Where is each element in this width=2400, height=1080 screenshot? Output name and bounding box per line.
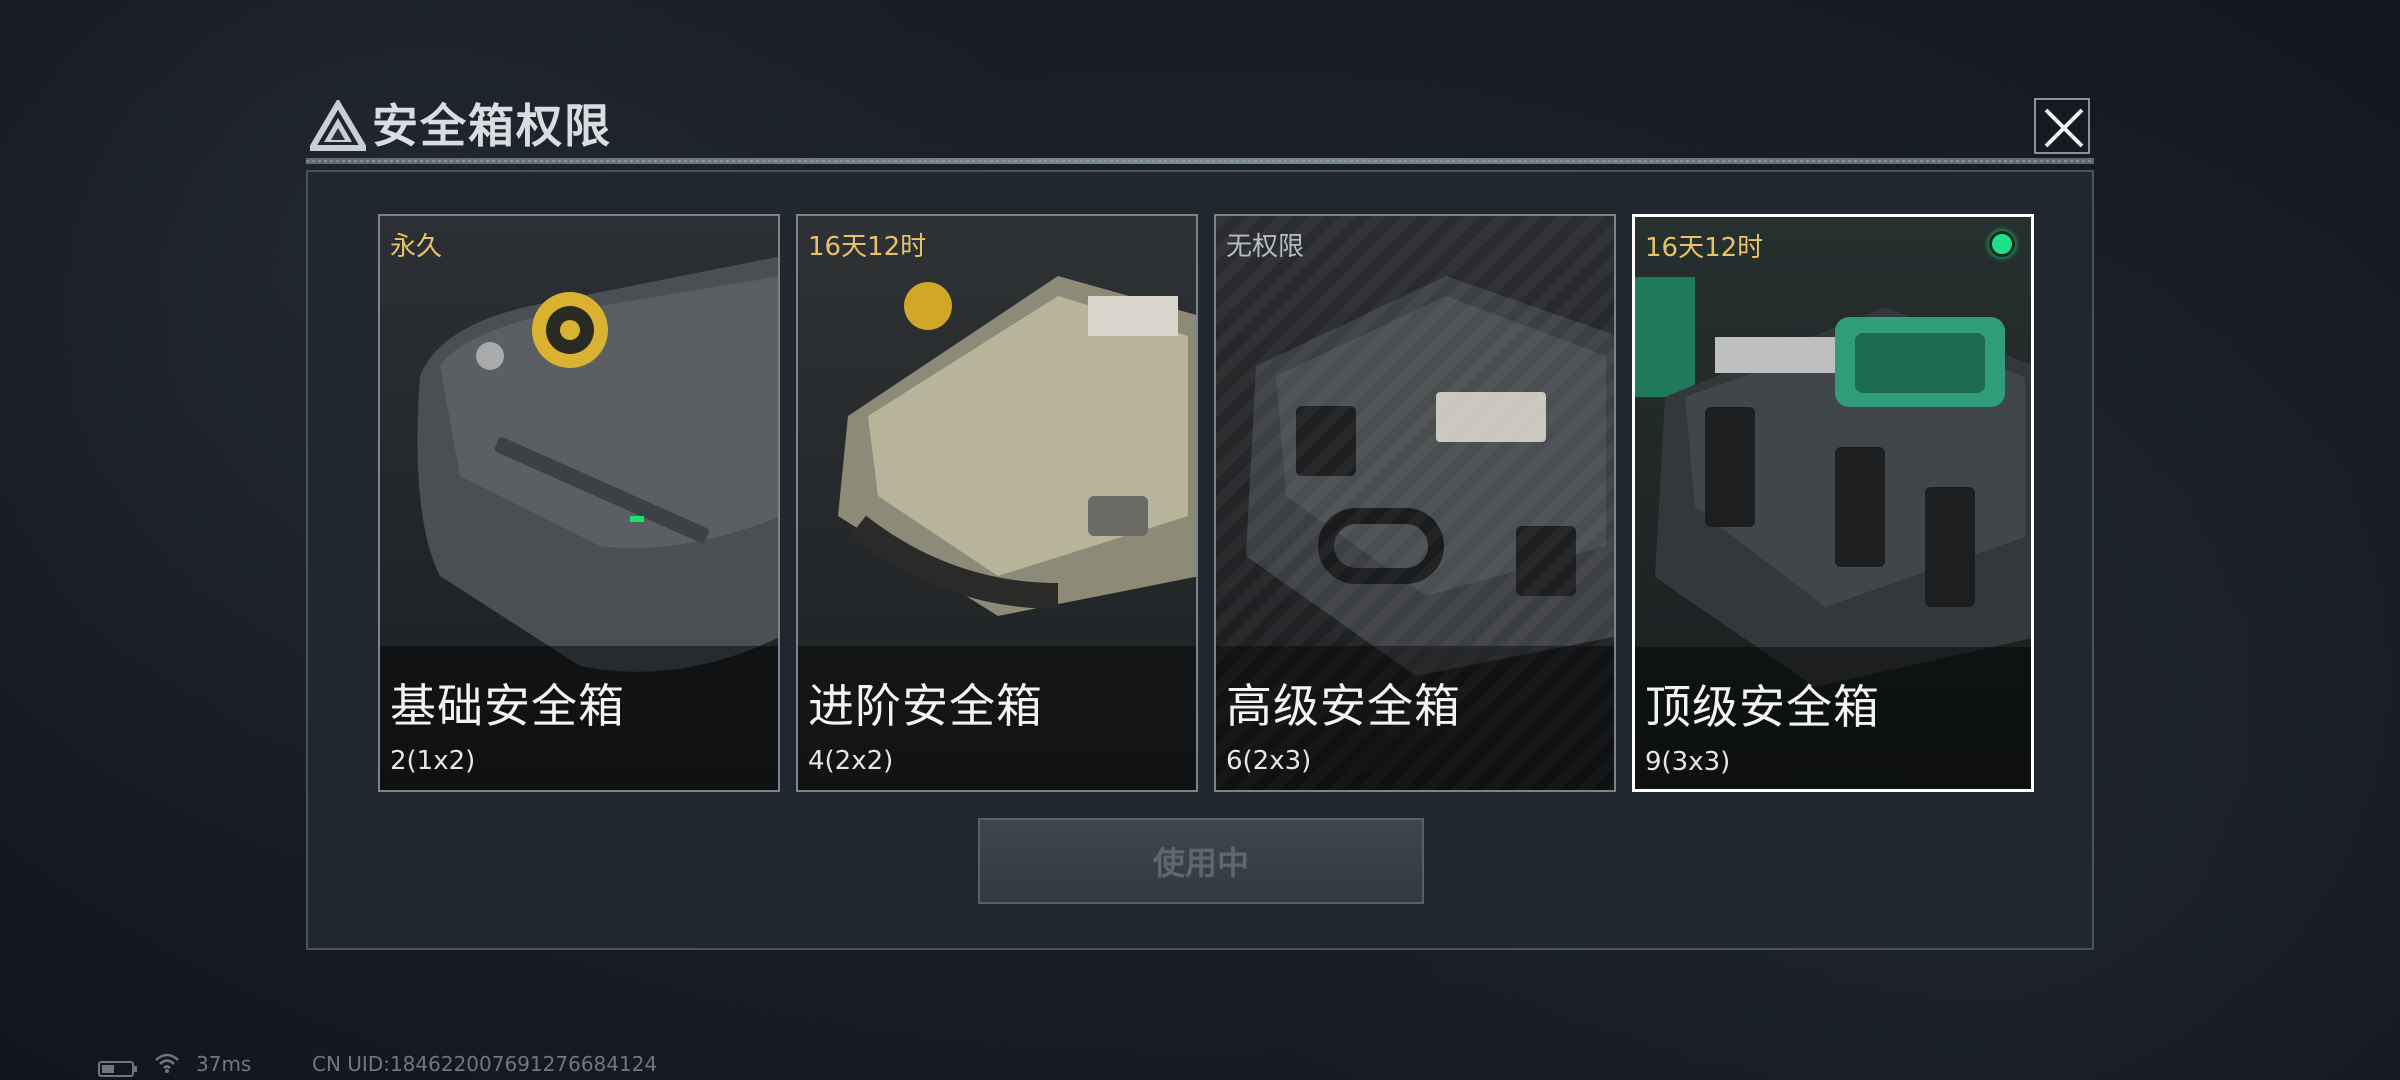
card-status: 16天12时 <box>1645 233 1764 263</box>
card-status: 16天12时 <box>808 232 927 262</box>
safe-box-card-premium[interactable]: 无权限 高级安全箱 6(2x3) <box>1214 214 1616 792</box>
wifi-icon <box>154 1052 180 1074</box>
card-status: 无权限 <box>1226 232 1305 262</box>
safe-box-card-top[interactable]: 16天12时 顶级安全箱 9(3x3) <box>1632 214 2034 792</box>
ping-text: 37ms <box>196 1052 252 1076</box>
card-capacity: 2(1x2) <box>390 746 476 776</box>
header-divider <box>306 158 2094 164</box>
battery-icon <box>98 1058 138 1077</box>
card-capacity: 6(2x3) <box>1226 746 1312 776</box>
close-button[interactable] <box>2034 98 2090 154</box>
card-name: 基础安全箱 <box>390 679 625 733</box>
dialog-header: 安全箱权限 <box>306 96 2094 166</box>
uid-text: CN UID:1846220076912766841​24 <box>312 1052 658 1076</box>
card-name: 高级安全箱 <box>1226 679 1461 733</box>
safe-box-card-advanced[interactable]: 16天12时 进阶安全箱 4(2x2) <box>796 214 1198 792</box>
safe-box-card-basic[interactable]: 永久 基础安全箱 2(1x2) <box>378 214 780 792</box>
card-status: 永久 <box>390 232 443 262</box>
in-use-button[interactable]: 使用中 <box>978 818 1424 904</box>
dialog-title: 安全箱权限 <box>372 99 612 153</box>
card-name: 顶级安全箱 <box>1645 680 1880 734</box>
active-indicator-icon <box>1989 231 2015 257</box>
dialog-panel: 永久 基础安全箱 2(1x2) 16天12时 进阶安全箱 4(2x2) 无权限 … <box>306 170 2094 950</box>
triangle-logo-icon <box>306 98 370 152</box>
card-capacity: 9(3x3) <box>1645 747 1731 777</box>
close-icon <box>2044 108 2084 148</box>
card-capacity: 4(2x2) <box>808 746 894 776</box>
card-name: 进阶安全箱 <box>808 679 1043 733</box>
safe-box-permission-dialog: 安全箱权限 永久 基础安全箱 2(1x2) 16天12时 进阶安全箱 4(2x2… <box>306 96 2094 952</box>
